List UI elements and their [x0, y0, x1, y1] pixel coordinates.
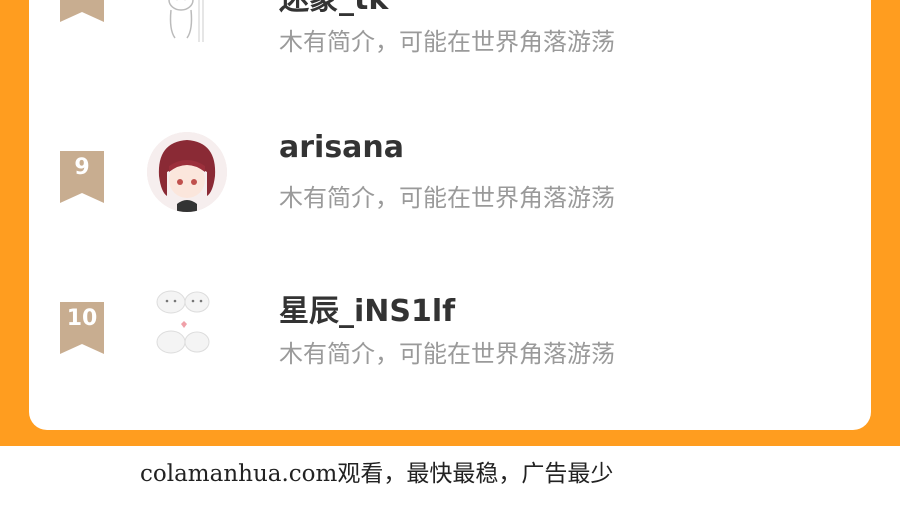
list-item[interactable]: 10 星辰_iNS1lf 木有简介，可能在世界角落游荡 — [29, 274, 871, 384]
rank-badge: 10 — [60, 302, 104, 354]
user-name[interactable]: 星辰_iNS1lf — [279, 286, 455, 330]
cartoon-sketch-icon — [168, 0, 204, 42]
list-item[interactable]: 8 迷蒙_tk 木有简介，可能在世界角落游荡 — [29, 0, 871, 80]
user-bio: 木有简介，可能在世界角落游荡 — [279, 340, 615, 368]
avatar[interactable] — [147, 132, 227, 212]
rank-number: 9 — [74, 155, 90, 180]
footer: colamanhua.com观看，最快最稳，广告最少 — [0, 446, 900, 517]
ranking-card: 8 迷蒙_tk 木有简介，可能在世界角落游荡 9 — [29, 0, 871, 430]
bookmark-icon — [60, 0, 104, 22]
user-name[interactable]: 迷蒙_tk — [279, 0, 388, 18]
anime-girl-icon — [147, 132, 227, 212]
rank-badge: 8 — [60, 0, 104, 22]
user-bio: 木有简介，可能在世界角落游荡 — [279, 184, 615, 212]
orange-frame: 8 迷蒙_tk 木有简介，可能在世界角落游荡 9 — [0, 0, 900, 446]
user-bio: 木有简介，可能在世界角落游荡 — [279, 28, 615, 56]
cute-ghosts-icon — [156, 290, 210, 354]
rank-number: 10 — [66, 306, 98, 331]
footer-watermark-text: colamanhua.com观看，最快最稳，广告最少 — [140, 461, 614, 487]
list-item[interactable]: 9 arisana 木有简介，可能在世界角落游荡 — [29, 118, 871, 228]
user-name[interactable]: arisana — [279, 130, 404, 165]
rank-badge: 9 — [60, 151, 104, 203]
avatar[interactable] — [147, 284, 227, 364]
avatar[interactable] — [147, 0, 227, 52]
